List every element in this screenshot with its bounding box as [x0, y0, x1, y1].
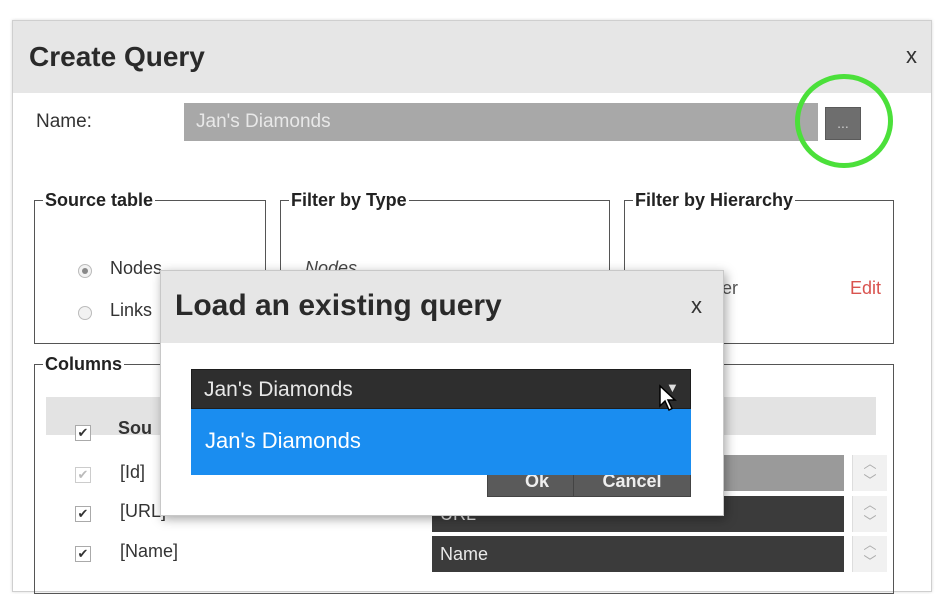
query-select[interactable]: Jan's Diamonds ▼ — [191, 369, 691, 409]
edit-link[interactable]: Edit — [850, 278, 881, 299]
row-value-name[interactable]: Name — [432, 536, 844, 572]
source-table-legend: Source table — [45, 190, 154, 210]
load-dialog-titlebar: Load an existing query x — [161, 271, 723, 343]
browse-button[interactable]: ... — [825, 107, 861, 140]
row-checkbox-id: ✔ — [75, 467, 91, 483]
row-stepper-icon[interactable]: ︿ ﹀ — [852, 455, 887, 491]
hierarchy-value: er — [722, 278, 739, 298]
radio-nodes[interactable] — [78, 264, 92, 278]
row-stepper-icon[interactable]: ︿ ﹀ — [852, 536, 887, 572]
dialog-title: Create Query — [29, 41, 205, 72]
row-stepper-icon[interactable]: ︿ ﹀ — [852, 496, 887, 532]
load-dialog-title: Load an existing query — [175, 289, 502, 322]
mouse-cursor-icon — [659, 384, 677, 412]
columns-legend: Columns — [45, 354, 123, 374]
radio-nodes-label: Nodes — [110, 258, 163, 278]
name-label: Name: — [36, 111, 92, 132]
close-icon[interactable]: x — [691, 293, 702, 319]
row-checkbox-name[interactable]: ✔ — [75, 546, 91, 562]
select-all-checkbox[interactable]: ✔ — [75, 425, 91, 441]
dialog-titlebar: Create Query x — [13, 21, 931, 93]
filter-by-hierarchy-legend: Filter by Hierarchy — [635, 190, 794, 210]
radio-links-label: Links — [110, 300, 153, 320]
query-select-value: Jan's Diamonds — [204, 378, 353, 401]
radio-links[interactable] — [78, 306, 92, 320]
row-label-name: [Name] — [120, 541, 179, 561]
filter-by-type-legend: Filter by Type — [291, 190, 407, 210]
row-checkbox-url[interactable]: ✔ — [75, 506, 91, 522]
column-header-source: Sou — [118, 418, 152, 438]
query-dropdown-list: Jan's Diamonds — [191, 409, 691, 475]
close-icon[interactable]: x — [906, 43, 917, 69]
row-label-id: [Id] — [120, 462, 146, 482]
name-input[interactable] — [184, 103, 818, 141]
dropdown-option[interactable]: Jan's Diamonds — [205, 428, 361, 454]
